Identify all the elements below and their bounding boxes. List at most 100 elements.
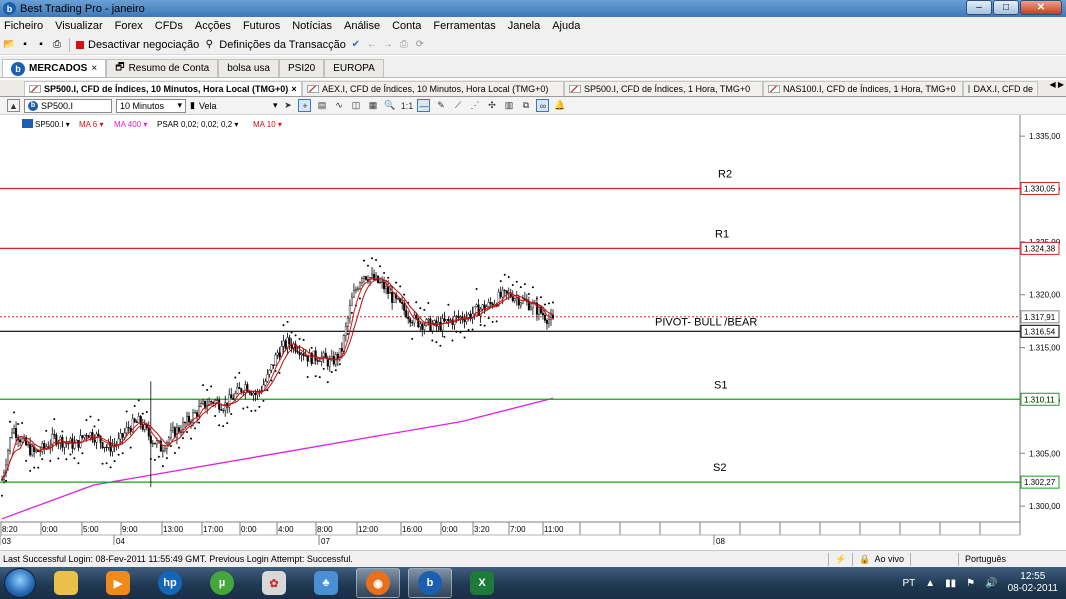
candle-body xyxy=(455,315,458,317)
horizontal-line-icon[interactable]: — xyxy=(417,99,431,112)
deactivate-trading-button[interactable]: Desactivar negociação xyxy=(88,39,199,51)
template-icon[interactable]: ▥ xyxy=(502,99,515,112)
chevron-down-icon[interactable]: ▾ xyxy=(273,100,278,111)
fibonacci-icon[interactable]: ⋰ xyxy=(468,99,481,112)
legend-ma400[interactable]: MA 400 ▾ xyxy=(114,120,147,129)
collapse-icon[interactable]: ▲ xyxy=(7,99,20,112)
volume-icon[interactable]: 🔊 xyxy=(985,578,997,589)
layout-icon[interactable]: ▦ xyxy=(366,99,379,112)
taskbar-games[interactable]: ♣ xyxy=(304,568,348,598)
psar-dot xyxy=(173,451,176,454)
save-icon[interactable]: ▪ xyxy=(19,39,31,51)
legend-symbol[interactable]: SP500.I ▾ xyxy=(35,120,70,129)
menu-visualizar[interactable]: Visualizar xyxy=(55,20,103,32)
close-button[interactable]: ✕ xyxy=(1020,0,1062,15)
chart-tab-aex-10min[interactable]: AEX.I, CFD de Índices, 10 Minutos, Hora … xyxy=(302,81,564,96)
clock[interactable]: 12:55 08-02-2011 xyxy=(1008,571,1058,595)
tab-scroll-arrows[interactable]: ◀ ▶ xyxy=(1049,80,1064,89)
taskbar-firefox[interactable]: ◉ xyxy=(356,568,400,598)
refresh-icon[interactable]: ⟳ xyxy=(414,39,426,51)
chart-tab-sp500-1h[interactable]: SP500.I, CFD de Índices, 1 Hora, TMG+0 xyxy=(564,81,763,96)
candle-body xyxy=(127,427,130,429)
menu-analise[interactable]: Análise xyxy=(344,20,380,32)
transaction-settings-button[interactable]: Definições da Transacção xyxy=(219,39,346,51)
legend-ma10[interactable]: MA 10 ▾ xyxy=(253,120,282,129)
link-icon[interactable]: ∞ xyxy=(536,99,550,112)
chart-tab-nas100-1h[interactable]: NAS100.I, CFD de Índices, 1 Hora, TMG+0 xyxy=(763,81,963,96)
one-to-one-icon[interactable]: 1:1 xyxy=(400,99,414,112)
network-icon[interactable]: ▮▮ xyxy=(945,578,956,589)
alert-icon[interactable]: 🔔 xyxy=(553,99,566,112)
chart-type-value[interactable]: Vela xyxy=(199,101,269,111)
check-icon[interactable]: ✔ xyxy=(350,39,362,51)
psar-dot xyxy=(250,409,253,412)
taskbar-paint[interactable]: ✿ xyxy=(252,568,296,598)
interval-select[interactable]: 10 Minutos ▾ xyxy=(116,98,186,113)
studies-icon[interactable]: ∿ xyxy=(332,99,345,112)
minimize-button[interactable]: – xyxy=(966,0,992,15)
menu-accoes[interactable]: Acções xyxy=(195,20,231,32)
candle-body xyxy=(419,323,422,328)
menu-ferramentas[interactable]: Ferramentas xyxy=(433,20,495,32)
symbol-field[interactable]: b SP500.I xyxy=(24,98,112,113)
menu-conta[interactable]: Conta xyxy=(392,20,421,32)
open-folder-icon[interactable]: 📂 xyxy=(3,39,15,51)
back-arrow-icon[interactable]: ← xyxy=(366,39,378,51)
workspace-tabs: b MERCADOS × 🗗 Resumo de Conta bolsa usa… xyxy=(0,56,1066,78)
taskbar-explorer[interactable] xyxy=(44,568,88,598)
pencil-icon[interactable]: ✎ xyxy=(434,99,447,112)
pointer-icon[interactable]: ➤ xyxy=(281,99,294,112)
menu-ficheiro[interactable]: Ficheiro xyxy=(4,20,43,32)
crosshair-icon[interactable]: + xyxy=(298,99,312,112)
menu-futuros[interactable]: Futuros xyxy=(243,20,280,32)
indicators-icon[interactable]: ▤ xyxy=(315,99,328,112)
taskbar-media-player[interactable]: ▶ xyxy=(96,568,140,598)
taskbar-hp[interactable]: hp xyxy=(148,568,192,598)
flag-icon[interactable]: ⚑ xyxy=(966,578,975,589)
start-button[interactable] xyxy=(4,568,36,598)
psar-dot xyxy=(198,421,201,424)
tools-icon[interactable]: ✣ xyxy=(485,99,498,112)
tab-mercados[interactable]: b MERCADOS × xyxy=(2,59,107,77)
candle-body xyxy=(13,428,16,434)
menu-forex[interactable]: Forex xyxy=(115,20,143,32)
close-tab-icon[interactable]: × xyxy=(291,84,296,94)
price-tag-label: 1.324,38 xyxy=(1024,244,1056,253)
tab-psi20[interactable]: PSI20 xyxy=(279,59,325,77)
zoom-icon[interactable]: 🔍 xyxy=(383,99,396,112)
psar-dot xyxy=(383,272,386,275)
taskbar-excel[interactable]: X xyxy=(460,568,504,598)
menu-janela[interactable]: Janela xyxy=(508,20,540,32)
chart-tab-sp500-10min[interactable]: SP500.I, CFD de Índices, 10 Minutos, Hor… xyxy=(24,81,302,96)
candle-body xyxy=(125,427,128,434)
chart-tab-dax[interactable]: DAX.I, CFD de xyxy=(963,81,1038,96)
language-indicator[interactable]: PT xyxy=(902,578,915,589)
x-tick-label: 8:00 xyxy=(317,525,333,534)
save-all-icon[interactable]: ▪ xyxy=(35,39,47,51)
legend-ma6[interactable]: MA 6 ▾ xyxy=(79,120,103,129)
forward-arrow-icon[interactable]: → xyxy=(382,39,394,51)
menu-cfds[interactable]: CFDs xyxy=(155,20,183,32)
candle-body xyxy=(505,290,508,294)
tray-expand-icon[interactable]: ▲ xyxy=(925,578,935,589)
menu-noticias[interactable]: Notícias xyxy=(292,20,332,32)
close-tab-icon[interactable]: × xyxy=(91,63,97,74)
menu-ajuda[interactable]: Ajuda xyxy=(552,20,580,32)
compare-icon[interactable]: ⧉ xyxy=(519,99,532,112)
psar-dot xyxy=(399,285,402,288)
taskbar-best-trading[interactable]: b xyxy=(408,568,452,598)
chart-area[interactable]: 1.335,001.330,001.325,001.320,001.315,00… xyxy=(0,115,1066,549)
taskbar-utorrent[interactable]: µ xyxy=(200,568,244,598)
trendline-icon[interactable]: ⟋ xyxy=(451,99,464,112)
tab-resumo-de-conta[interactable]: 🗗 Resumo de Conta xyxy=(106,59,219,77)
window-icon[interactable]: ◫ xyxy=(349,99,362,112)
candle-body xyxy=(513,298,516,302)
legend-psar[interactable]: PSAR 0,02; 0,02; 0,2 ▾ xyxy=(157,120,238,129)
maximize-button[interactable]: □ xyxy=(993,0,1019,15)
print-icon[interactable]: ⎙ xyxy=(51,39,63,51)
tab-europa[interactable]: EUROPA xyxy=(324,59,384,77)
tab-bolsa-usa[interactable]: bolsa usa xyxy=(218,59,279,77)
status-bar: Last Successful Login: 08-Fev-2011 11:55… xyxy=(0,550,1066,567)
price-chart[interactable]: 1.335,001.330,001.325,001.320,001.315,00… xyxy=(0,115,1066,549)
print-preview-icon[interactable]: ⎙ xyxy=(398,39,410,51)
